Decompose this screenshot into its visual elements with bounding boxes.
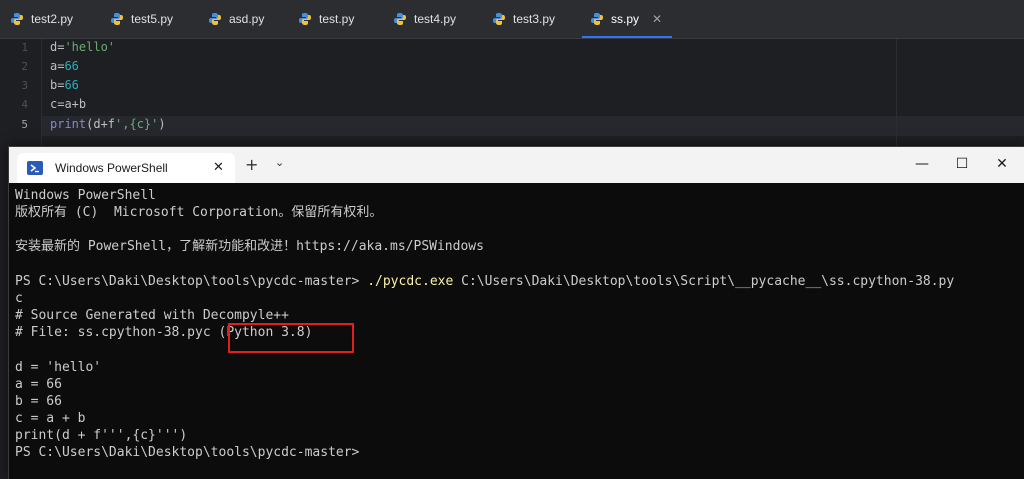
code-line-3: b=66 (50, 78, 79, 92)
minimize-button[interactable]: — (907, 153, 937, 177)
python-file-icon (11, 13, 23, 25)
terminal-command-line: PS C:\Users\Daki\Desktop\tools\pycdc-mas… (15, 273, 954, 290)
tab-label: asd.py (229, 12, 265, 26)
terminal-title-bar: Windows PowerShell ✕ + ⌄ — ☐ ✕ (9, 147, 1024, 183)
code-builtin: print (50, 117, 87, 131)
code-token: ) (158, 117, 166, 131)
terminal-line: c = a + b (15, 411, 86, 426)
line-number-gutter: 1 2 3 4 5 (0, 39, 42, 149)
terminal-line: # Source Generated with Decompyle++ (15, 308, 289, 323)
right-margin-guide (896, 39, 897, 149)
powershell-window: Windows PowerShell ✕ + ⌄ — ☐ ✕ Windows P… (8, 146, 1024, 479)
tab-label: test4.py (414, 12, 457, 26)
code-string: ',{c}' (115, 117, 159, 131)
new-tab-button[interactable]: + (245, 155, 258, 174)
python-file-icon (493, 13, 505, 25)
close-icon[interactable]: ✕ (652, 12, 662, 26)
line-number: 4 (21, 98, 28, 111)
prompt: PS C:\Users\Daki\Desktop\tools\pycdc-mas… (15, 274, 368, 289)
code-line-4: c=a+b (50, 97, 86, 111)
gutter-divider (41, 39, 42, 149)
code-token: a= (50, 59, 65, 73)
command-argument: C:\Users\Daki\Desktop\tools\Script\__pyc… (453, 274, 955, 289)
terminal-line: b = 66 (15, 394, 62, 409)
tab-test5[interactable]: test5.py (110, 0, 173, 38)
maximize-button[interactable]: ☐ (947, 153, 977, 177)
tab-label: ss.py (611, 12, 640, 26)
close-window-button[interactable]: ✕ (987, 153, 1017, 177)
code-number: 66 (64, 59, 79, 73)
python-file-icon (209, 13, 221, 25)
terminal-prompt: PS C:\Users\Daki\Desktop\tools\pycdc-mas… (15, 445, 360, 460)
line-number: 2 (21, 60, 28, 73)
terminal-tab[interactable]: Windows PowerShell ✕ (17, 153, 235, 183)
tab-test3[interactable]: test3.py (492, 0, 555, 38)
tab-label: test3.py (513, 12, 556, 26)
terminal-line: 版权所有 (C) Microsoft Corporation。保留所有权利。 (15, 205, 383, 220)
terminal-line: d = 'hello' (15, 360, 102, 375)
code-line-1: d='hello' (50, 40, 115, 54)
command-executable: ./pycdc.exe (367, 274, 454, 289)
current-line-highlight (42, 116, 1024, 136)
chevron-down-icon[interactable]: ⌄ (275, 156, 284, 169)
terminal-line: Windows PowerShell (15, 188, 156, 203)
close-tab-icon[interactable]: ✕ (213, 160, 224, 175)
terminal-tab-title: Windows PowerShell (55, 161, 168, 175)
editor-tab-bar: test2.py test5.py asd.py test.py test4.p… (0, 0, 1024, 39)
terminal-line: c (15, 291, 23, 306)
terminal-line: print(d + f''',{c}''') (15, 428, 188, 443)
code-token: c=a+b (50, 97, 87, 111)
python-file-icon (394, 13, 406, 25)
tab-label: test2.py (31, 12, 74, 26)
tab-label: test5.py (131, 12, 174, 26)
powershell-icon (27, 161, 43, 175)
line-number: 3 (21, 79, 28, 92)
code-token: d= (50, 40, 65, 54)
tab-label: test.py (319, 12, 355, 26)
code-token: b= (50, 78, 65, 92)
tab-test2[interactable]: test2.py (10, 0, 73, 38)
line-number: 1 (21, 41, 28, 54)
code-line-5: print(d+f',{c}') (50, 117, 166, 131)
tab-test[interactable]: test.py (298, 0, 354, 38)
python-file-icon (591, 13, 603, 25)
terminal-line: 安装最新的 PowerShell，了解新功能和改进！https://aka.ms… (15, 239, 484, 254)
code-line-2: a=66 (50, 59, 79, 73)
python-file-icon (111, 13, 123, 25)
terminal-line: a = 66 (15, 377, 62, 392)
code-token: (d+f (86, 117, 116, 131)
tab-ss[interactable]: ss.py ✕ (581, 0, 673, 38)
python-file-icon (299, 13, 311, 25)
line-number: 5 (21, 118, 28, 131)
annotation-highlight-box (228, 323, 354, 353)
code-editor[interactable]: 1 2 3 4 5 d='hello' a=66 b=66 c=a+b prin… (0, 39, 1024, 149)
tab-asd[interactable]: asd.py (208, 0, 264, 38)
code-number: 66 (64, 78, 79, 92)
tab-test4[interactable]: test4.py (393, 0, 456, 38)
code-string: 'hello' (64, 40, 116, 54)
